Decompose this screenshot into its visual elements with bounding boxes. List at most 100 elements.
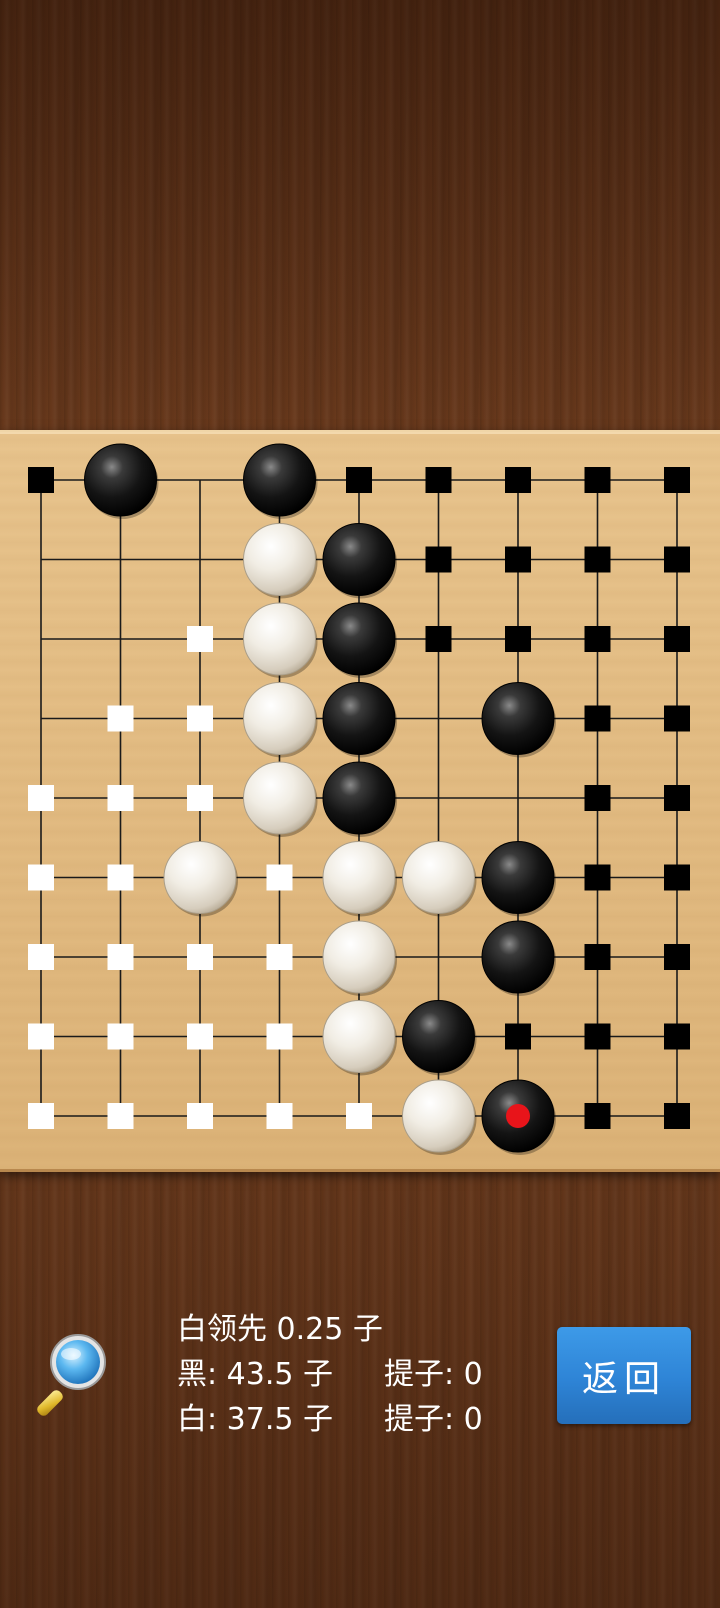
black-stone[interactable] <box>322 602 397 678</box>
white-territory-marker[interactable] <box>28 785 54 811</box>
black-territory-marker[interactable] <box>584 467 611 493</box>
stone-body <box>322 761 396 835</box>
black-territory-marker[interactable] <box>664 546 690 573</box>
black-territory-marker[interactable] <box>664 1103 690 1129</box>
black-score: 黑: 43.5 子 <box>177 1357 333 1392</box>
stone-body <box>322 1000 396 1073</box>
black-territory-marker[interactable] <box>664 785 690 811</box>
white-stone[interactable] <box>322 1000 397 1076</box>
black-territory-marker[interactable] <box>505 546 531 573</box>
black-territory-marker[interactable] <box>425 626 452 652</box>
white-territory-marker[interactable] <box>346 1103 372 1129</box>
white-stone[interactable] <box>163 841 238 917</box>
black-territory-marker[interactable] <box>28 467 54 493</box>
stone-body <box>481 682 555 755</box>
white-territory-marker[interactable] <box>28 1023 54 1050</box>
black-stone[interactable] <box>481 682 556 758</box>
black-stone[interactable] <box>322 682 397 758</box>
white-territory-marker[interactable] <box>187 785 213 811</box>
white-stone[interactable] <box>322 920 397 996</box>
white-territory-marker[interactable] <box>107 705 134 732</box>
white-territory-marker[interactable] <box>107 1023 134 1050</box>
white-stone[interactable] <box>402 1079 477 1155</box>
black-stone[interactable] <box>481 1079 556 1155</box>
white-territory-marker[interactable] <box>28 864 54 891</box>
black-stone[interactable] <box>322 523 397 599</box>
white-territory-marker[interactable] <box>107 785 134 811</box>
board-grid[interactable] <box>0 432 720 1172</box>
black-territory-marker[interactable] <box>346 467 372 493</box>
stone-body <box>243 682 316 755</box>
black-stone[interactable] <box>481 920 556 996</box>
white-stone[interactable] <box>243 523 318 599</box>
wood-background-top <box>0 0 720 430</box>
stone-body <box>481 841 555 914</box>
black-territory-marker[interactable] <box>664 1023 690 1050</box>
white-score: 白: 37.5 子 <box>177 1402 333 1437</box>
black-stone[interactable] <box>84 443 159 519</box>
white-stone[interactable] <box>402 841 477 917</box>
black-captures: 提子: 0 <box>384 1357 483 1392</box>
black-territory-marker[interactable] <box>584 546 611 573</box>
black-territory-marker[interactable] <box>584 785 611 811</box>
white-captures: 提子: 0 <box>384 1402 483 1437</box>
white-territory-marker[interactable] <box>107 944 134 970</box>
black-territory-marker[interactable] <box>425 546 452 573</box>
go-board[interactable] <box>0 430 720 1172</box>
white-territory-marker[interactable] <box>187 626 213 652</box>
white-territory-marker[interactable] <box>28 1103 54 1129</box>
black-territory-marker[interactable] <box>425 467 452 493</box>
magnifier-icon[interactable] <box>36 1330 116 1420</box>
stone-body <box>402 1000 475 1073</box>
black-territory-marker[interactable] <box>664 944 690 970</box>
white-territory-marker[interactable] <box>107 864 134 891</box>
stone-body <box>402 841 475 914</box>
white-stone[interactable] <box>243 682 318 758</box>
stone-body <box>243 602 316 676</box>
stone-body <box>243 523 316 596</box>
stone-body <box>322 523 396 596</box>
stone-body <box>481 920 555 994</box>
black-territory-marker[interactable] <box>664 467 690 493</box>
stone-body <box>402 1079 475 1153</box>
stone-body <box>243 761 316 835</box>
stone-body <box>322 841 396 914</box>
black-stone[interactable] <box>243 443 318 519</box>
back-button[interactable]: 返回 <box>557 1327 691 1424</box>
white-stone[interactable] <box>243 602 318 678</box>
black-stone[interactable] <box>322 761 397 837</box>
white-stone[interactable] <box>243 761 318 837</box>
white-stone[interactable] <box>322 841 397 917</box>
lead-text: 白领先 0.25 子 <box>177 1312 383 1347</box>
white-territory-marker[interactable] <box>187 1103 213 1129</box>
white-territory-marker[interactable] <box>266 944 293 970</box>
black-territory-marker[interactable] <box>584 944 611 970</box>
black-territory-marker[interactable] <box>664 864 690 891</box>
white-territory-marker[interactable] <box>187 1023 213 1050</box>
black-territory-marker[interactable] <box>664 705 690 732</box>
black-stone[interactable] <box>481 841 556 917</box>
white-territory-marker[interactable] <box>266 1103 293 1129</box>
black-territory-marker[interactable] <box>664 626 690 652</box>
stone-body <box>163 841 237 914</box>
stone-body <box>84 443 157 517</box>
stone-body <box>322 602 396 676</box>
white-territory-marker[interactable] <box>187 705 213 732</box>
black-territory-marker[interactable] <box>584 1023 611 1050</box>
black-territory-marker[interactable] <box>505 626 531 652</box>
black-territory-marker[interactable] <box>505 467 531 493</box>
white-territory-marker[interactable] <box>266 864 293 891</box>
black-territory-marker[interactable] <box>505 1023 531 1050</box>
black-territory-marker[interactable] <box>584 1103 611 1129</box>
white-territory-marker[interactable] <box>266 1023 293 1050</box>
black-territory-marker[interactable] <box>584 864 611 891</box>
last-move-marker <box>506 1104 530 1128</box>
white-territory-marker[interactable] <box>28 944 54 970</box>
stone-body <box>322 682 396 755</box>
white-territory-marker[interactable] <box>107 1103 134 1129</box>
black-stone[interactable] <box>402 1000 477 1076</box>
score-panel: 白领先 0.25 子 黑: 43.5 子 提子: 0 白: 37.5 子 提子:… <box>0 1290 720 1460</box>
black-territory-marker[interactable] <box>584 705 611 732</box>
white-territory-marker[interactable] <box>187 944 213 970</box>
black-territory-marker[interactable] <box>584 626 611 652</box>
